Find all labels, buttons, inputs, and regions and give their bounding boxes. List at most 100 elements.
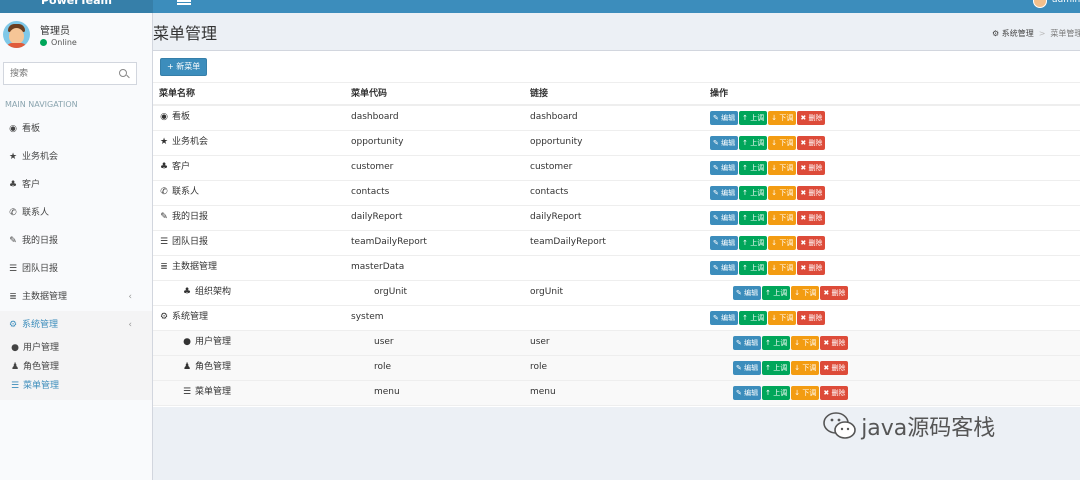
cell-menu-link: menu [530,387,556,397]
search-icon[interactable] [119,69,127,77]
chevron-left-icon: ‹ [128,292,132,302]
move-up-button[interactable]: ↑ 上调 [739,136,768,150]
arrow-down-icon: ↓ [794,339,801,347]
arrow-up-icon: ↑ [742,264,748,272]
move-up-button[interactable]: ↑ 上调 [739,186,768,200]
avatar [3,21,30,48]
edit-icon: ✎ [713,214,719,222]
move-down-button[interactable]: ↓ 下调 [768,111,797,125]
move-up-button[interactable]: ↑ 上调 [762,386,791,400]
sidebar-item-team-daily-report[interactable]: ☰ 团队日报 [0,255,152,283]
edit-button[interactable]: ✎ 编辑 [710,261,739,275]
edit-button[interactable]: ✎ 编辑 [733,386,762,400]
edit-button[interactable]: ✎ 编辑 [710,211,739,225]
move-up-button[interactable]: ↑ 上调 [739,111,768,125]
move-down-button[interactable]: ↓ 下调 [791,336,820,350]
edit-button[interactable]: ✎ 编辑 [710,311,739,325]
dashboard-icon: ◉ [9,124,17,134]
edit-icon: ✎ [713,189,719,197]
star-icon: ★ [8,152,18,162]
user-avatar[interactable] [1033,0,1047,8]
move-down-button[interactable]: ↓ 下调 [768,261,797,275]
trash-icon: ✖ [823,289,830,297]
move-up-button[interactable]: ↑ 上调 [762,336,791,350]
delete-button[interactable]: ✖ 删除 [797,111,826,125]
sidebar-toggle-icon[interactable] [177,0,191,6]
delete-button[interactable]: ✖ 删除 [797,236,826,250]
sidebar-item-role-management[interactable]: ♟ 角色管理 [0,358,152,377]
move-down-button[interactable]: ↓ 下调 [791,361,820,375]
delete-button[interactable]: ✖ 删除 [797,261,826,275]
move-down-button[interactable]: ↓ 下调 [768,136,797,150]
move-up-button[interactable]: ↑ 上调 [739,261,768,275]
table-row: ♣ 组织架构 orgUnit orgUnit ✎ 编辑 ↑ 上调 ↓ 下调 ✖ 删除 [153,281,1080,306]
edit-button[interactable]: ✎ 编辑 [710,111,739,125]
delete-button[interactable]: ✖ 删除 [820,386,849,400]
phone-icon: ✆ [160,187,168,197]
table-row: ♣ 客户 customer customer ✎ 编辑 ↑ 上调 ↓ 下调 ✖ 删除 [153,156,1080,181]
arrow-up-icon: ↑ [742,164,748,172]
edit-button[interactable]: ✎ 编辑 [710,186,739,200]
edit-icon: ✎ [736,289,742,297]
row-actions: ✎ 编辑 ↑ 上调 ↓ 下调 ✖ 删除 [710,136,826,150]
cell-menu-code: role [374,362,392,372]
delete-button[interactable]: ✖ 删除 [820,361,849,375]
edit-button[interactable]: ✎ 编辑 [710,136,739,150]
delete-button[interactable]: ✖ 删除 [820,336,849,350]
edit-icon: ✎ [736,364,742,372]
delete-button[interactable]: ✖ 删除 [797,311,826,325]
row-actions: ✎ 编辑 ↑ 上调 ↓ 下调 ✖ 删除 [710,261,826,275]
user-menu-name[interactable]: admin [1052,0,1080,5]
arrow-down-icon: ↓ [771,139,778,147]
delete-button[interactable]: ✖ 删除 [820,286,849,300]
cell-menu-name: ☰ 菜单管理 [182,381,231,404]
move-down-button[interactable]: ↓ 下调 [768,236,797,250]
arrow-down-icon: ↓ [771,264,778,272]
sidebar: 管理员 Online MAIN NAVIGATION ◉看板 ★业务机会 ♣客户… [0,13,153,480]
user-icon: ● [183,337,191,347]
edit-button[interactable]: ✎ 编辑 [710,161,739,175]
move-down-button[interactable]: ↓ 下调 [791,286,820,300]
delete-button[interactable]: ✖ 删除 [797,136,826,150]
move-up-button[interactable]: ↑ 上调 [739,211,768,225]
move-up-button[interactable]: ↑ 上调 [762,361,791,375]
cell-menu-name: ◉ 看板 [159,106,190,129]
sidebar-item-menu-management[interactable]: ☰ 菜单管理 [0,377,152,396]
cell-menu-code: dashboard [351,112,399,122]
sidebar-item-customer[interactable]: ♣ 客户 [0,171,152,199]
move-up-button[interactable]: ↑ 上调 [739,161,768,175]
pin-icon: ✎ [160,212,168,222]
edit-button[interactable]: ✎ 编辑 [710,236,739,250]
edit-button[interactable]: ✎ 编辑 [733,361,762,375]
move-up-button[interactable]: ↑ 上调 [762,286,791,300]
move-up-button[interactable]: ↑ 上调 [739,236,768,250]
sidebar-item-system[interactable]: ⚙ 系统管理 ‹ [0,311,152,339]
sidebar-item-opportunity[interactable]: ★ 业务机会 [0,143,152,171]
move-down-button[interactable]: ↓ 下调 [768,161,797,175]
move-up-button[interactable]: ↑ 上调 [739,311,768,325]
search-input[interactable] [4,63,109,84]
delete-button[interactable]: ✖ 删除 [797,161,826,175]
delete-button[interactable]: ✖ 删除 [797,211,826,225]
sidebar-item-master-data[interactable]: ≣ 主数据管理 ‹ [0,283,152,311]
arrow-up-icon: ↑ [742,114,748,122]
edit-button[interactable]: ✎ 编辑 [733,286,762,300]
delete-button[interactable]: ✖ 删除 [797,186,826,200]
add-menu-button[interactable]: + 新菜单 [160,58,208,76]
move-down-button[interactable]: ↓ 下调 [791,386,820,400]
sidebar-item-daily-report[interactable]: ✎ 我的日报 [0,227,152,255]
sidebar-item-dashboard[interactable]: ◉ 看板 [0,115,152,143]
brand-logo[interactable]: PowerTeam [0,0,153,13]
menu-table: 菜单名称 菜单代码 链接 操作 ◉ 看板 dashboard dashboard ✎ 编… [153,82,1080,406]
move-down-button[interactable]: ↓ 下调 [768,186,797,200]
user-name: 管理员 [40,26,70,37]
list-icon: ☰ [159,237,169,247]
breadcrumb-parent[interactable]: 系统管理 [1002,29,1034,38]
move-down-button[interactable]: ↓ 下调 [768,311,797,325]
sidebar-item-user-management[interactable]: ● 用户管理 [0,339,152,358]
edit-button[interactable]: ✎ 编辑 [733,336,762,350]
sidebar-item-contacts[interactable]: ✆ 联系人 [0,199,152,227]
move-down-button[interactable]: ↓ 下调 [768,211,797,225]
cell-menu-name: ♣ 组织架构 [182,281,231,304]
trash-icon: ✖ [800,214,807,222]
